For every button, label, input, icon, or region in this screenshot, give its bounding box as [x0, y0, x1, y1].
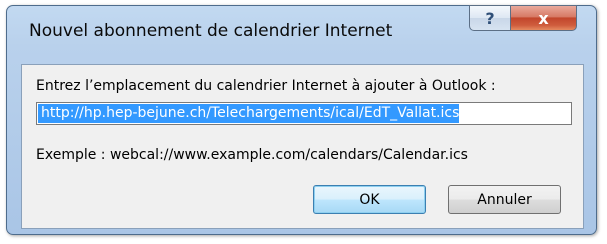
url-prompt-label: Entrez l’emplacement du calendrier Inter… [36, 78, 496, 94]
close-button[interactable]: x [510, 5, 577, 31]
example-text: Exemple : webcal://www.example.com/calen… [36, 147, 468, 163]
dialog-title: Nouvel abonnement de calendrier Internet [29, 21, 393, 41]
calendar-url-input[interactable]: http://hp.hep-bejune.ch/Telechargements/… [36, 102, 572, 125]
help-button[interactable]: ? [469, 5, 511, 31]
cancel-button[interactable]: Annuler [448, 185, 561, 214]
dialog-content: Entrez l’emplacement du calendrier Inter… [21, 64, 584, 229]
help-icon: ? [485, 8, 495, 28]
close-icon: x [538, 8, 549, 28]
ok-button[interactable]: OK [313, 185, 426, 214]
dialog-window: Nouvel abonnement de calendrier Internet… [6, 5, 597, 235]
calendar-url-selected-text: http://hp.hep-bejune.ch/Telechargements/… [38, 104, 460, 123]
